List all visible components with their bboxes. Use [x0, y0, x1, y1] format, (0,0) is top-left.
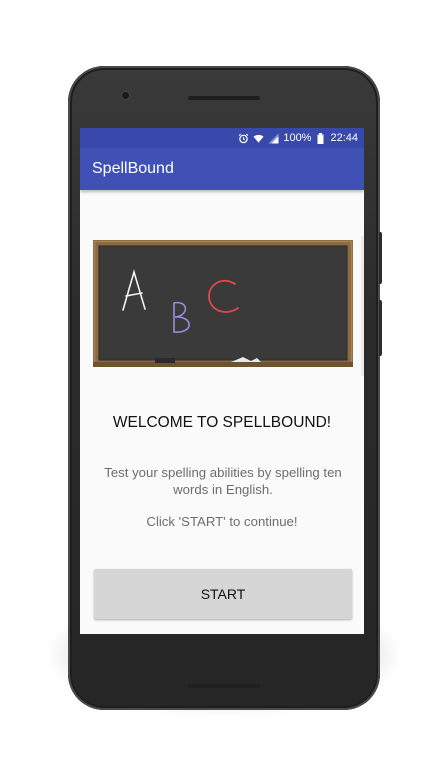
app-bar: SpellBound — [80, 148, 364, 190]
welcome-heading: WELCOME TO SPELLBOUND! — [112, 414, 332, 431]
app-screen: 100% 22:44 SpellBound WELCOME TO SPELLBO… — [80, 128, 364, 634]
battery-percentage: 100% — [283, 132, 312, 144]
app-title: SpellBound — [92, 160, 174, 177]
continue-hint: Click 'START' to continue! — [146, 514, 298, 529]
front-camera — [122, 92, 129, 99]
bottom-speaker — [188, 684, 260, 688]
status-bar: 100% 22:44 — [80, 128, 364, 148]
wifi-icon — [253, 133, 264, 144]
battery-icon — [315, 132, 326, 144]
power-button — [379, 300, 382, 356]
status-time: 22:44 — [330, 132, 358, 144]
description-text: Test your spelling abilities by spelling… — [104, 465, 342, 497]
earpiece-speaker — [188, 96, 260, 100]
chalkboard-image — [93, 240, 353, 367]
alarm-icon — [238, 133, 249, 144]
edge-handle — [361, 236, 364, 376]
start-button[interactable]: START — [94, 569, 352, 619]
signal-icon — [268, 133, 279, 144]
volume-button — [379, 232, 382, 284]
